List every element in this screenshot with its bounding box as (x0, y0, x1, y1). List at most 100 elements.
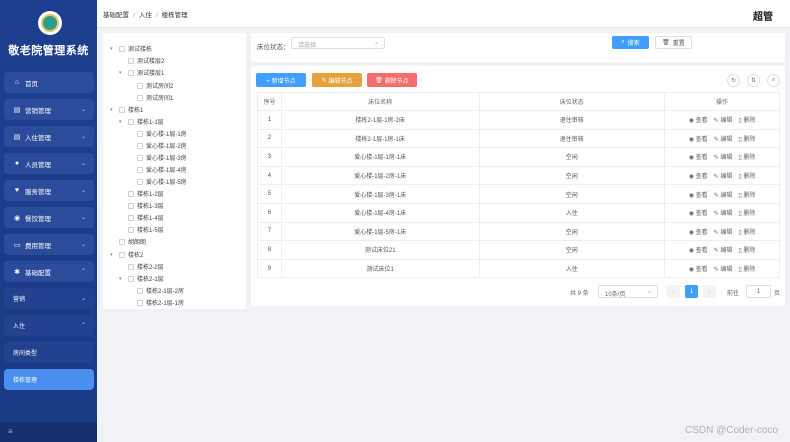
view-button[interactable]: ◉ 查看 (689, 137, 708, 143)
delete-button[interactable]: ▯ 删除 (738, 118, 755, 124)
table-row[interactable]: 9 测试床位1 入住 ◉ 查看 ✎ 编辑 ▯ 删除 (257, 258, 780, 279)
checkbox[interactable] (119, 238, 125, 245)
edit-button[interactable]: ✎ 编辑 (714, 174, 733, 180)
tree-node[interactable]: 爱心楼-1层-4房 (128, 164, 187, 175)
caret-down-icon[interactable]: ▾ (119, 119, 125, 125)
tree-node[interactable]: 楼栋1-4层 (119, 212, 164, 223)
edit-button[interactable]: ✎ 编辑 (714, 267, 733, 273)
refresh-icon[interactable]: ↻ (727, 74, 740, 87)
checkbox[interactable] (119, 251, 125, 258)
checkbox[interactable] (119, 45, 125, 52)
edit-button[interactable]: ✎ 编辑 (714, 137, 733, 143)
view-button[interactable]: ◉ 查看 (689, 174, 708, 180)
delete-button[interactable]: ▯ 删除 (738, 193, 755, 199)
table-row[interactable]: 8 测试床位21 空闲 ◉ 查看 ✎ 编辑 ▯ 删除 (257, 240, 780, 260)
view-button[interactable]: ◉ 查看 (689, 211, 708, 217)
next-page-button[interactable]: › (703, 285, 716, 298)
page-number-button[interactable]: 1 (685, 285, 698, 298)
tree-node[interactable]: 楼栋2-2层 (119, 261, 164, 272)
menu-collapse-icon[interactable]: ≡ (8, 427, 13, 436)
tree-node[interactable]: 楼栋1-3层 (119, 200, 164, 211)
checkbox[interactable] (137, 82, 143, 89)
table-row[interactable]: 5 爱心楼-1层-3房-1床 空闲 ◉ 查看 ✎ 编辑 ▯ 删除 (257, 184, 780, 204)
view-button[interactable]: ◉ 查看 (689, 230, 708, 236)
checkbox[interactable] (128, 263, 134, 270)
caret-down-icon[interactable]: ▾ (110, 252, 116, 258)
table-row[interactable]: 1 楼栋2-1层-1房-2床 退住审核 ◉ 查看 ✎ 编辑 ▯ 删除 (257, 110, 780, 130)
tree-node[interactable]: 胡朗朗 (110, 236, 146, 247)
tree-node[interactable]: 楼栋2-1层-1房 (128, 297, 184, 308)
tree-node[interactable]: ▾ 测试楼层1 (119, 67, 164, 78)
tree-node[interactable]: ▾ 楼栋2 (110, 249, 143, 260)
add-node-button[interactable]: + 新增节点 (256, 73, 306, 87)
checkbox[interactable] (128, 190, 134, 197)
tree-node[interactable]: 楼栋2-1层-2房 (128, 285, 184, 296)
goto-page-input[interactable]: 1 (746, 285, 771, 298)
edit-button[interactable]: ✎ 编辑 (714, 118, 733, 124)
edit-button[interactable]: ✎ 编辑 (714, 230, 733, 236)
tree-node[interactable]: 爱心楼-1层-3房 (128, 152, 187, 163)
edit-node-button[interactable]: ✎ 编辑节点 (312, 73, 362, 87)
tree-node[interactable]: ▾ 楼栋1 (110, 104, 143, 115)
delete-button[interactable]: ▯ 删除 (738, 248, 755, 254)
user-name[interactable]: 超管 (753, 8, 773, 23)
view-button[interactable]: ◉ 查看 (689, 248, 708, 254)
table-row[interactable]: 7 爱心楼-1层-5房-1床 空闲 ◉ 查看 ✎ 编辑 ▯ 删除 (257, 221, 780, 242)
sub-item-room-type[interactable]: 房间类型 (4, 342, 94, 363)
tree-node[interactable]: 楼栋1-5层 (119, 224, 164, 235)
view-button[interactable]: ◉ 查看 (689, 155, 708, 161)
edit-button[interactable]: ✎ 编辑 (714, 211, 733, 217)
caret-down-icon[interactable]: ▾ (110, 107, 116, 113)
edit-button[interactable]: ✎ 编辑 (714, 155, 733, 161)
checkbox[interactable] (128, 57, 134, 64)
tree-node[interactable]: 爱心楼-1层-5房 (128, 176, 187, 187)
caret-down-icon[interactable]: ▾ (119, 276, 125, 282)
checkbox[interactable] (137, 287, 143, 294)
sub-item-checkin[interactable]: 入住 ⌃ (4, 315, 94, 336)
checkbox[interactable] (128, 202, 134, 209)
search-button[interactable]: ⌕ 搜索 (612, 36, 649, 49)
caret-down-icon[interactable]: ▾ (110, 46, 116, 52)
menu-item-staff[interactable]: ● 人员管理 ⌄ (4, 153, 94, 174)
menu-item-fees[interactable]: ▭ 费用管理 ⌄ (4, 234, 94, 255)
checkbox[interactable] (128, 214, 134, 221)
edit-button[interactable]: ✎ 编辑 (714, 193, 733, 199)
checkbox[interactable] (137, 130, 143, 137)
checkbox[interactable] (137, 142, 143, 149)
breadcrumb-item[interactable]: 入住 (139, 12, 152, 19)
view-button[interactable]: ◉ 查看 (689, 118, 708, 124)
menu-item-marketing[interactable]: ▤ 营销管理 ⌄ (4, 99, 94, 120)
table-row[interactable]: 3 爱心楼-1层-1房-1床 空闲 ◉ 查看 ✎ 编辑 ▯ 删除 (257, 147, 780, 167)
menu-item-basic-config[interactable]: ✱ 基础配置 ⌃ (4, 261, 94, 282)
checkbox[interactable] (128, 275, 134, 282)
delete-button[interactable]: ▯ 删除 (738, 230, 755, 236)
checkbox[interactable] (128, 226, 134, 233)
tree-node[interactable]: 楼栋1-2层 (119, 188, 164, 199)
edit-button[interactable]: ✎ 编辑 (714, 248, 733, 254)
tree-node[interactable]: ▾ 楼栋2-1层 (119, 273, 164, 284)
tree-node[interactable]: 爱心楼-1层-2房 (128, 140, 187, 151)
sub-item-building-management[interactable]: 楼栋管理 (4, 369, 94, 390)
delete-button[interactable]: ▯ 删除 (738, 267, 755, 273)
search-icon[interactable]: ⌕ (767, 74, 780, 87)
checkbox[interactable] (128, 69, 134, 76)
sub-item-marketing[interactable]: 营销 ⌄ (4, 288, 94, 309)
checkbox[interactable] (137, 299, 143, 306)
view-button[interactable]: ◉ 查看 (689, 193, 708, 199)
caret-down-icon[interactable]: ▾ (119, 70, 125, 76)
breadcrumb-item[interactable]: 基础配置 (103, 12, 129, 19)
menu-item-home[interactable]: ⌂ 首页 (4, 72, 94, 93)
tree-node[interactable]: ▾ 楼栋1-1层 (119, 116, 164, 127)
tree-node[interactable]: 爱心楼-1层-1房 (128, 128, 187, 139)
sort-icon[interactable]: ⇅ (747, 74, 760, 87)
bed-status-select[interactable]: 请选择 ⌄ (291, 37, 385, 49)
table-row[interactable]: 6 爱心楼-1层-4房-1床 入住 ◉ 查看 ✎ 编辑 ▯ 删除 (257, 202, 780, 223)
checkbox[interactable] (137, 166, 143, 173)
table-row[interactable]: 2 楼栋2-1层-1房-1床 退住审核 ◉ 查看 ✎ 编辑 ▯ 删除 (257, 128, 780, 149)
menu-item-service[interactable]: ♥ 服务管理 ⌄ (4, 180, 94, 201)
tree-node[interactable]: 测试楼层2 (119, 55, 164, 66)
menu-item-catering[interactable]: ◉ 餐饮管理 ⌄ (4, 207, 94, 228)
page-size-select[interactable]: 10条/页 ⌄ (598, 285, 658, 298)
checkbox[interactable] (137, 178, 143, 185)
view-button[interactable]: ◉ 查看 (689, 267, 708, 273)
